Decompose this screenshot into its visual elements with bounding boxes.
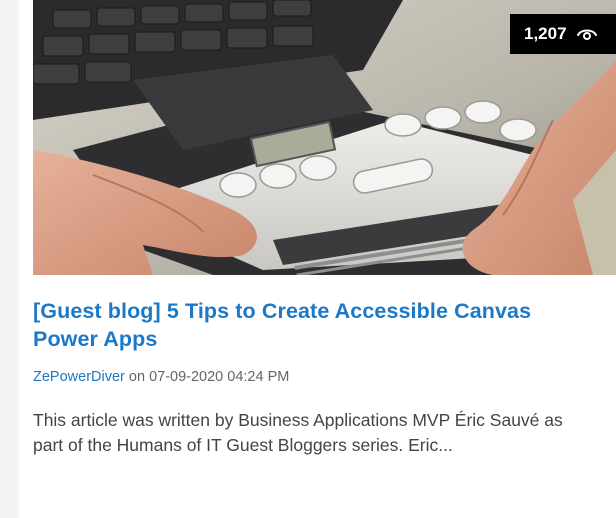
blog-cover-image[interactable]: 1,207 (33, 0, 616, 275)
post-excerpt: This article was written by Business App… (33, 410, 563, 455)
date-prefix: on (128, 369, 146, 385)
blog-card[interactable]: 1,207 [Guest blog] 5 Tips to Create Acce… (19, 0, 616, 518)
card-body: [Guest blog] 5 Tips to Create Accessible… (33, 275, 593, 458)
eye-icon (576, 29, 597, 40)
views-count: 1,207 (524, 24, 567, 43)
blog-title-link[interactable]: [Guest blog] 5 Tips to Create Accessible… (33, 297, 593, 353)
post-date: 07-09-2020 04:24 PM (149, 369, 290, 385)
author-link[interactable]: ZePowerDiver (33, 369, 125, 385)
views-badge: 1,207 (510, 14, 616, 54)
post-meta: ZePowerDiver on 07-09-2020 04:24 PM (33, 368, 593, 386)
